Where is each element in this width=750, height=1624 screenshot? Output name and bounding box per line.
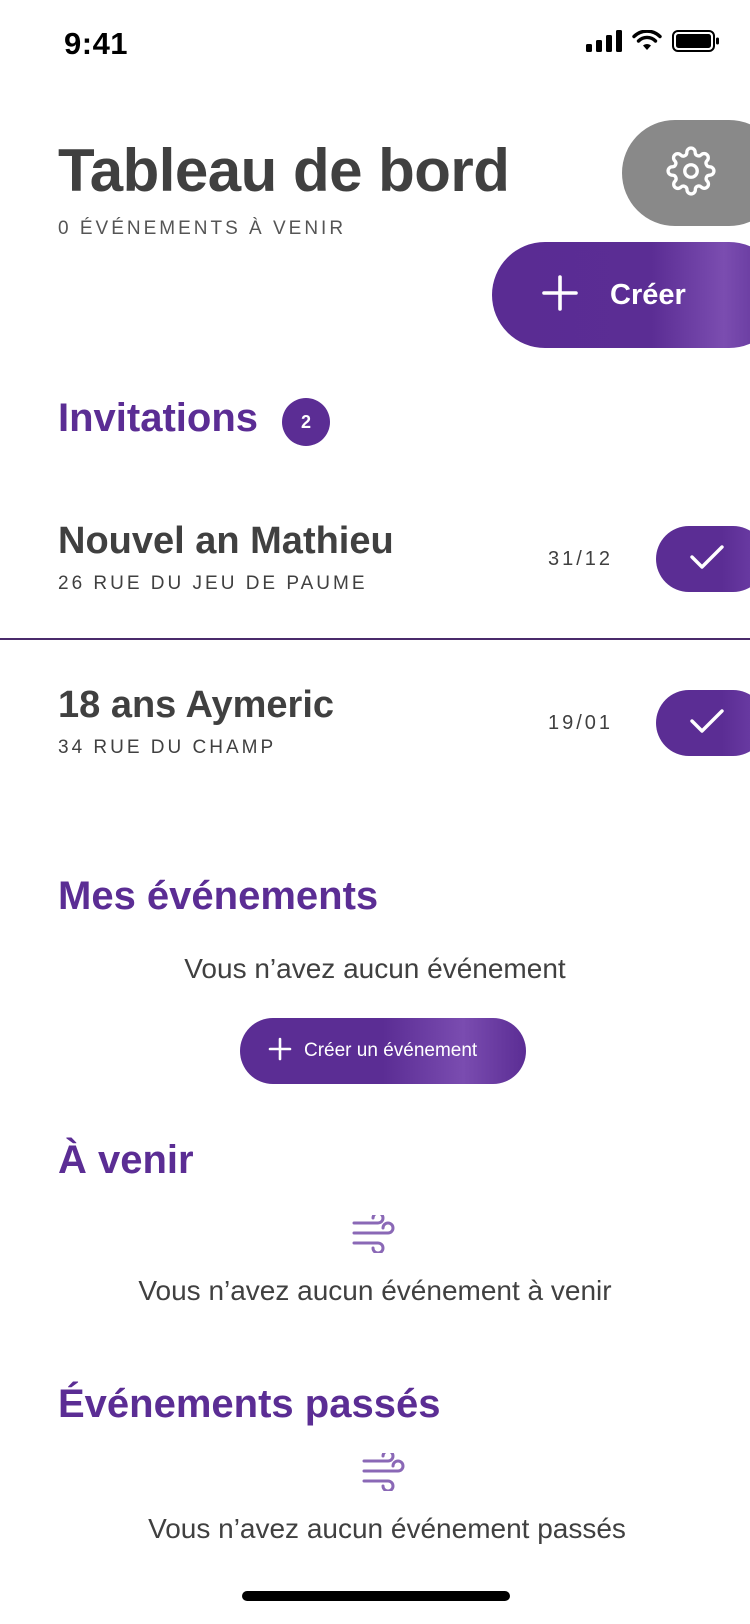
gear-icon: [666, 145, 716, 201]
plus-icon: [542, 274, 578, 316]
upcoming-empty-text: Vous n’avez aucun événement à venir: [138, 1275, 612, 1306]
check-icon: [690, 708, 724, 739]
create-event-button[interactable]: Créer un événement: [240, 1018, 526, 1084]
plus-icon: [268, 1037, 292, 1066]
accept-invitation-button[interactable]: [656, 690, 750, 756]
past-events-empty-text: Vous n’avez aucun événement passés: [148, 1513, 626, 1544]
invitation-date: 19/01: [548, 712, 614, 734]
divider: [0, 638, 750, 640]
page-title: Tableau de bord: [58, 137, 510, 204]
home-indicator: [242, 1591, 510, 1601]
invitation-address: 26 RUE DU JEU DE PAUME: [58, 573, 368, 594]
my-events-title: Mes événements: [58, 874, 379, 918]
past-events-title: Événements passés: [58, 1382, 441, 1426]
check-icon: [690, 544, 724, 575]
wind-icon: [352, 1211, 398, 1258]
invitations-title: Invitations: [58, 396, 259, 440]
wind-icon: [362, 1449, 408, 1496]
invitation-name: Nouvel an Mathieu: [58, 520, 394, 562]
create-button[interactable]: Créer: [492, 242, 750, 348]
invitation-name: 18 ans Aymeric: [58, 684, 335, 726]
signal-icon: [586, 30, 622, 52]
upcoming-title: À venir: [58, 1138, 194, 1182]
upcoming-count: 0 ÉVÉNEMENTS À VENIR: [58, 218, 347, 239]
create-button-label: Créer: [610, 278, 686, 311]
accept-invitation-button[interactable]: [656, 526, 750, 592]
invitation-date: 31/12: [548, 548, 614, 570]
invitations-count-badge: 2: [282, 398, 330, 446]
status-icons: [586, 30, 720, 52]
my-events-empty-text: Vous n’avez aucun événement: [184, 953, 566, 984]
wifi-icon: [632, 30, 662, 52]
status-time: 9:41: [64, 26, 129, 61]
create-event-label: Créer un événement: [304, 1040, 478, 1061]
settings-button[interactable]: [622, 120, 750, 226]
invitation-address: 34 RUE DU CHAMP: [58, 737, 277, 758]
battery-icon: [672, 30, 720, 52]
